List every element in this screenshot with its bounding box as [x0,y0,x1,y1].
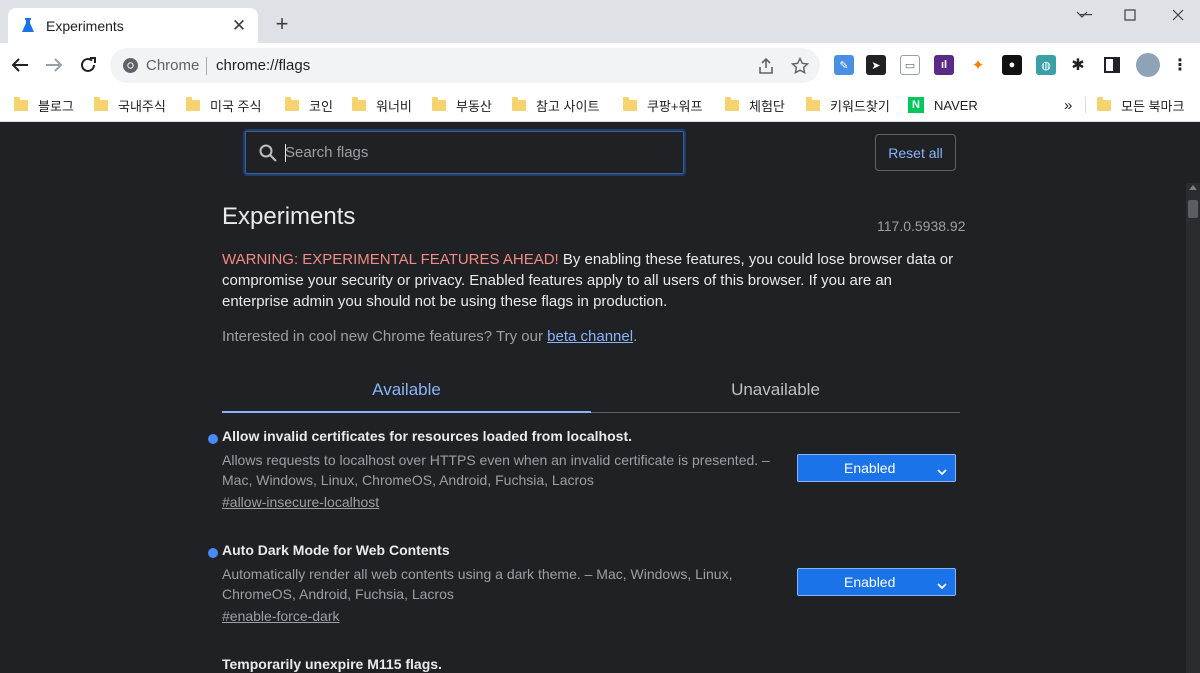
close-icon[interactable]: ✕ [230,16,248,35]
scroll-up-icon[interactable] [1189,185,1197,190]
minimize-icon[interactable] [1062,0,1110,30]
bookmark-folder[interactable]: 부동산 [432,94,492,116]
flags-page: Search flags Reset all Experiments 117.0… [0,123,1186,673]
all-bookmarks-folder[interactable]: 모든 북마크 [1097,94,1184,116]
warning-label: WARNING: EXPERIMENTAL FEATURES AHEAD! [222,251,559,268]
text-caret [285,144,286,162]
tab-title: Experiments [46,17,124,34]
flag-title: Temporarily unexpire M115 flags. [222,656,442,672]
reset-all-button[interactable]: Reset all [875,134,956,171]
bookmark-folder[interactable]: 코인 [285,94,333,116]
bookmarks-divider [1085,97,1086,113]
folder-icon [432,96,446,111]
window-close-icon[interactable] [1154,0,1200,30]
site-label: Chrome [146,57,200,74]
star-icon[interactable] [790,56,810,76]
bookmark-folder[interactable]: 블로그 [14,94,74,116]
url-text[interactable]: chrome://flags [216,57,310,74]
tab-experiments[interactable]: Experiments ✕ [8,8,258,43]
modified-indicator-icon [208,548,218,558]
bookmark-folder[interactable]: 워너비 [352,94,412,116]
chrome-icon [122,57,139,74]
flag-permalink[interactable]: #enable-force-dark [222,608,340,624]
flag-item: Allow invalid certificates for resources… [206,426,966,526]
warning-text: WARNING: EXPERIMENTAL FEATURES AHEAD! By… [222,249,960,312]
omnibox-divider [206,57,207,75]
chevron-down-icon [937,463,947,479]
folder-icon [352,96,366,111]
reload-icon[interactable] [74,51,102,79]
bookmark-folder[interactable]: 체험단 [725,94,785,116]
folder-icon [512,96,526,111]
new-tab-button[interactable]: + [270,11,294,36]
tab-bar: Available Unavailable [222,368,960,413]
flag-permalink[interactable]: #allow-insecure-localhost [222,494,379,510]
folder-icon [1097,96,1111,111]
flag-item: Temporarily unexpire M115 flags. [206,654,966,673]
extension-icon-2[interactable]: ➤ [866,55,886,75]
bookmark-folder[interactable]: 국내주식 [94,94,166,116]
menu-icon[interactable]: ⋮ [1170,55,1190,75]
folder-icon [806,96,820,111]
flag-title: Allow invalid certificates for resources… [222,428,632,444]
bookmark-folder[interactable]: 쿠팡+워프 [623,94,702,116]
flag-state-select[interactable]: Enabled [797,568,956,596]
folder-icon [94,96,108,111]
share-icon[interactable] [756,56,776,76]
bookmarks-bar: 블로그 국내주식 미국 주식 코인 워너비 부동산 참고 사이트 쿠팡+워프 체… [0,88,1200,122]
flag-state-select[interactable]: Enabled [797,454,956,482]
extension-icon-5[interactable]: ✦ [968,55,988,75]
flag-title: Auto Dark Mode for Web Contents [222,542,450,558]
folder-icon [725,96,739,111]
back-icon[interactable] [6,51,34,79]
puzzle-icon[interactable]: ✱ [1068,55,1088,75]
forward-icon[interactable] [40,51,68,79]
extension-icon-6[interactable]: ● [1002,55,1022,75]
search-input[interactable]: Search flags [243,129,686,176]
extension-icon-1[interactable]: ✎ [834,55,854,75]
side-panel-icon[interactable] [1102,55,1122,75]
folder-icon [186,96,200,111]
omnibox[interactable]: Chrome chrome://flags [110,48,820,83]
folder-icon [285,96,299,111]
search-icon [259,144,277,162]
beta-promo: Interested in cool new Chrome features? … [222,328,638,345]
extension-icon-4[interactable]: ıl [934,55,954,75]
maximize-icon[interactable] [1106,0,1154,30]
avatar[interactable] [1136,53,1160,77]
scrollbar[interactable] [1186,183,1200,673]
scrollbar-thumb[interactable] [1188,200,1198,218]
modified-indicator-icon [208,434,218,444]
bookmark-naver[interactable]: N NAVER [908,94,978,116]
flag-item: Auto Dark Mode for Web Contents Automati… [206,540,966,640]
flask-icon [20,17,36,34]
page-title: Experiments [222,203,356,230]
bookmark-folder[interactable]: 참고 사이트 [512,94,599,116]
folder-icon [623,96,637,111]
tab-strip: Experiments ✕ + [0,0,1200,43]
tab-available[interactable]: Available [222,368,591,413]
toolbar: Chrome chrome://flags ✎ ➤ ▭ ıl ✦ ● ◍ ✱ ⋮ [0,43,1200,88]
version-label: 117.0.5938.92 [877,218,966,234]
flag-description: Automatically render all web contents us… [222,566,733,602]
extension-icon-7[interactable]: ◍ [1036,55,1056,75]
search-placeholder: Search flags [285,144,369,161]
beta-channel-link[interactable]: beta channel [547,328,633,345]
bookmark-folder[interactable]: 미국 주식 [186,94,261,116]
flag-description: Allows requests to localhost over HTTPS … [222,452,770,488]
naver-icon: N [908,97,924,113]
tab-unavailable[interactable]: Unavailable [591,368,960,412]
extension-icon-3[interactable]: ▭ [900,55,920,75]
chevron-down-icon [937,577,947,593]
bookmarks-overflow-button[interactable]: » [1064,94,1072,116]
folder-icon [14,96,28,111]
bookmark-folder[interactable]: 키워드찾기 [806,94,890,116]
